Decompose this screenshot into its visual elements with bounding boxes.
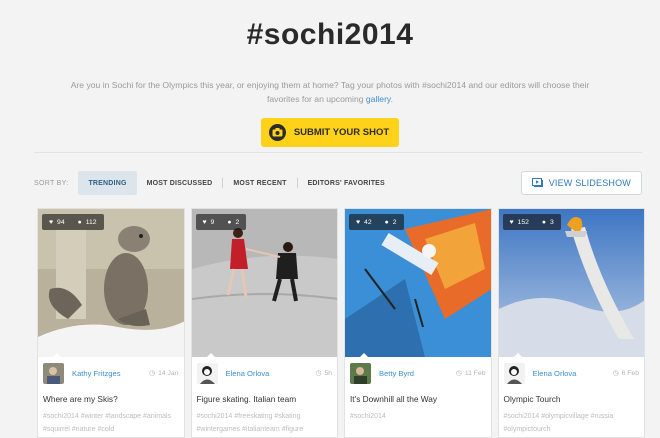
date-text: 11 Feb [464,369,486,377]
sort-bar: SORT BY: TRENDING MOST DISCUSSED MOST RE… [34,171,642,195]
photo-tags[interactable]: #sochi2014 #olympicvillage #russia #olym… [499,410,645,436]
photo-card[interactable]: ♥ 42 ● 2 Betty Byrd ◷ 11 Feb It's Downhi… [344,208,492,438]
comments-count: 112 [85,218,97,226]
slideshow-icon [531,177,544,189]
page-header: #sochi2014 Are you in Sochi for the Olym… [0,0,660,147]
date-text: 5h [324,369,332,377]
heart-icon: ♥ [509,218,514,226]
photo-tags[interactable]: #sochi2014 #winter #landscape #animals #… [38,410,184,436]
likes-count: 9 [210,218,215,226]
photo-meta: Kathy Fritzges ◷ 14 Jan [38,359,184,387]
post-date: ◷ 5h [315,369,333,378]
photo-caption: Figure skating. Italian team [196,394,297,404]
gallery-link[interactable]: gallery [366,94,391,104]
photo-card[interactable]: ♥ 152 ● 3 Elena Orlova ◷ 6 Feb Olympic T… [497,208,645,438]
photo-image[interactable]: ♥ 9 ● 2 [191,209,337,357]
photo-meta: Elena Orlova ◷ 5h [192,359,338,387]
photo-image[interactable]: ♥ 42 ● 2 [345,209,491,357]
likes-count: 94 [57,218,65,226]
avatar[interactable] [350,362,371,384]
photo-grid: ♥ 94 ● 112 Kathy Fritzges ◷ 14 Jan Where… [37,208,645,438]
page-subtitle: Are you in Sochi for the Olympics this y… [60,78,600,106]
sort-label: SORT BY: [34,179,69,187]
photo-meta: Betty Byrd ◷ 11 Feb [345,359,491,387]
subtitle-end: . [390,94,393,104]
photo-tags[interactable]: #sochi2014 [345,410,491,423]
comment-icon: ● [77,218,82,226]
avatar[interactable] [196,362,218,384]
heart-icon: ♥ [356,218,361,226]
clock-icon: ◷ [149,370,156,377]
heart-icon: ♥ [49,218,54,226]
photo-caption: It's Downhill all the Way [350,394,438,404]
tab-most-recent[interactable]: MOST RECENT [223,171,296,195]
clock-icon: ◷ [315,370,322,377]
post-date: ◷ 14 Jan [149,369,179,378]
page-title: #sochi2014 [246,18,414,51]
photo-stats: ♥ 94 ● 112 [42,214,104,230]
heart-icon: ♥ [202,218,207,226]
comment-icon: ● [541,218,546,226]
clock-icon: ◷ [612,370,619,377]
subtitle-text: Are you in Sochi for the Olympics this y… [70,80,590,104]
avatar[interactable] [503,362,525,384]
clock-icon: ◷ [455,370,462,377]
post-date: ◷ 11 Feb [455,369,486,378]
avatar[interactable] [43,362,64,384]
photo-card[interactable]: ♥ 94 ● 112 Kathy Fritzges ◷ 14 Jan Where… [37,208,185,438]
tab-most-discussed[interactable]: MOST DISCUSSED [137,171,223,195]
photo-stats: ♥ 9 ● 2 [195,214,247,230]
username-link[interactable]: Kathy Fritzges [72,369,121,378]
date-text: 14 Jan [158,369,179,377]
photo-tags[interactable]: #sochi2014 #freeskating #skating #winter… [192,410,338,436]
camera-icon [268,124,286,141]
photo-stats: ♥ 152 ● 3 [502,214,561,230]
comments-count: 3 [550,218,554,226]
date-text: 6 Feb [621,369,639,377]
tab-trending[interactable]: TRENDING [78,171,137,195]
username-link[interactable]: Betty Byrd [379,369,414,378]
tab-editors-favorites[interactable]: EDITORS' FAVORITES [298,171,395,195]
comment-icon: ● [227,218,232,226]
photo-image[interactable]: ♥ 152 ● 3 [498,209,644,357]
submit-shot-label: SUBMIT YOUR SHOT [293,127,390,138]
view-slideshow-label: VIEW SLIDESHOW [548,178,631,188]
photo-caption: Olympic Tourch [503,394,561,404]
comments-count: 2 [392,218,397,226]
photo-meta: Elena Orlova ◷ 6 Feb [499,359,645,387]
photo-image[interactable]: ♥ 94 ● 112 [38,209,184,357]
photo-stats: ♥ 42 ● 2 [349,214,404,230]
likes-count: 152 [517,218,529,226]
comments-count: 2 [235,218,240,226]
divider [34,152,642,153]
comment-icon: ● [384,218,389,226]
username-link[interactable]: Elena Orlova [533,369,577,378]
post-date: ◷ 6 Feb [612,369,639,378]
username-link[interactable]: Elena Orlova [226,369,270,378]
photo-caption: Where are my Skis? [43,394,118,404]
photo-card[interactable]: ♥ 9 ● 2 Elena Orlova ◷ 5h Figure skating… [190,208,338,438]
view-slideshow-button[interactable]: VIEW SLIDESHOW [520,171,642,195]
likes-count: 42 [364,218,372,226]
submit-shot-button[interactable]: SUBMIT YOUR SHOT [260,118,400,147]
